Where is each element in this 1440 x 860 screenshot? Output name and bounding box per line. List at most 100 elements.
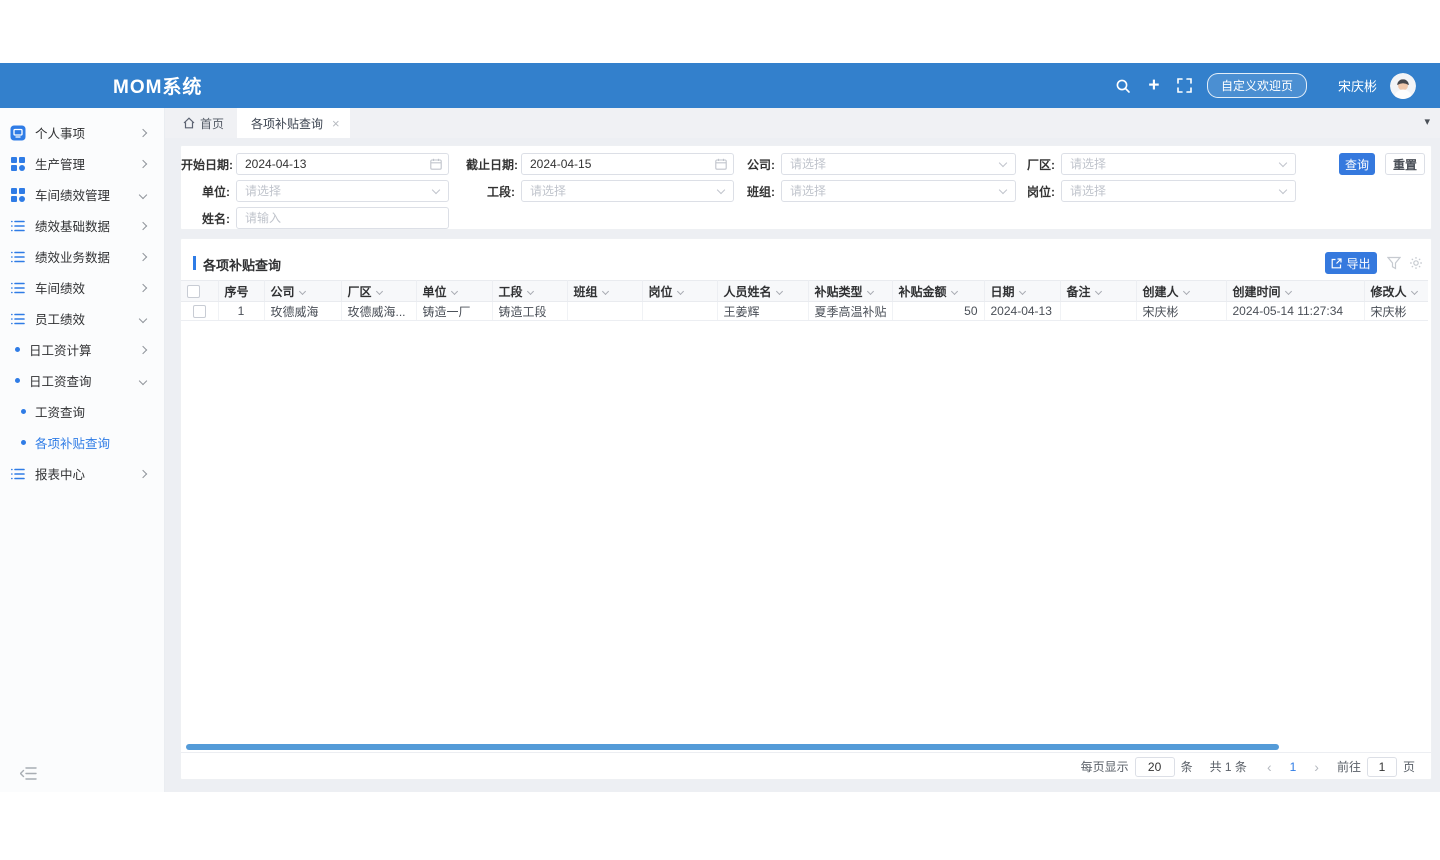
person-name-input[interactable] — [236, 207, 449, 229]
end-date-label: 截止日期: — [466, 156, 521, 173]
unit-select[interactable] — [236, 180, 449, 202]
sidebar-item-performance-base-data[interactable]: 绩效基础数据 — [0, 210, 164, 241]
sidebar-item-label: 各项补贴查询 — [35, 433, 110, 452]
sidebar: 个人事项 生产管理 车间绩效管理 绩效基 — [0, 108, 165, 792]
table-row[interactable]: 1 玫德威海 玫德威海... 铸造一厂 铸造工段 王姜辉 夏季高温补贴 50 2… — [181, 302, 1428, 321]
sidebar-item-employee-performance[interactable]: 员工绩效 — [0, 303, 164, 334]
pagination: 每页显示 条 共 1 条 ‹ 1 › 前往 页 — [181, 752, 1431, 780]
cell-index: 1 — [218, 302, 264, 321]
fullscreen-icon[interactable] — [1176, 77, 1194, 95]
header-actions: + 自定义欢迎页 宋庆彬 — [1114, 73, 1416, 99]
filter-funnel-icon[interactable] — [1387, 256, 1401, 270]
list-icon — [10, 280, 26, 296]
app-title: MOM系统 — [113, 72, 202, 99]
sidebar-item-personal-matters[interactable]: 个人事项 — [0, 117, 164, 148]
cell-creator: 宋庆彬 — [1136, 302, 1226, 321]
chevron-down-icon — [1284, 287, 1291, 294]
page: MOM系统 + 自定义欢迎页 宋庆彬 个人事项 — [0, 0, 1440, 860]
sidebar-item-performance-business-data[interactable]: 绩效业务数据 — [0, 241, 164, 272]
select-all-cell — [181, 281, 218, 302]
tab-home[interactable]: 首页 — [183, 108, 224, 138]
col-subsidy-type[interactable]: 补贴类型 — [808, 281, 892, 302]
person-name-label: 姓名: — [181, 210, 236, 227]
grid-icon — [10, 156, 26, 172]
avatar[interactable] — [1390, 73, 1416, 99]
sidebar-item-workshop-performance[interactable]: 车间绩效 — [0, 272, 164, 303]
prev-page-icon[interactable]: ‹ — [1264, 759, 1275, 775]
list-icon — [10, 311, 26, 327]
row-checkbox[interactable] — [193, 305, 206, 318]
col-post[interactable]: 岗位 — [642, 281, 717, 302]
cell-date: 2024-04-13 — [984, 302, 1060, 321]
gear-icon[interactable] — [1409, 256, 1423, 270]
col-remark[interactable]: 备注 — [1060, 281, 1136, 302]
sidebar-item-daily-wage-query[interactable]: 日工资查询 — [0, 365, 164, 396]
subsidy-table: 序号 公司 厂区 单位 工段 班组 岗位 人员姓名 补贴类型 补贴金额 日期 备… — [181, 280, 1428, 321]
sidebar-item-report-center[interactable]: 报表中心 — [0, 458, 164, 489]
bullet-dot-icon — [21, 409, 26, 414]
app-header: MOM系统 + 自定义欢迎页 宋庆彬 — [0, 63, 1440, 108]
goto-page-input[interactable] — [1367, 757, 1397, 777]
col-factory[interactable]: 厂区 — [341, 281, 416, 302]
table-header-row: 序号 公司 厂区 单位 工段 班组 岗位 人员姓名 补贴类型 补贴金额 日期 备… — [181, 281, 1428, 302]
col-index[interactable]: 序号 — [218, 281, 264, 302]
cell-subsidy-amount: 50 — [892, 302, 984, 321]
chevron-right-icon — [139, 469, 147, 477]
chevron-down-icon — [139, 190, 147, 198]
sidebar-item-subsidy-query[interactable]: 各项补贴查询 — [0, 427, 164, 458]
select-all-checkbox[interactable] — [187, 285, 200, 298]
start-date-input[interactable] — [236, 153, 449, 175]
col-person-name[interactable]: 人员姓名 — [717, 281, 808, 302]
sidebar-item-label: 车间绩效 — [35, 278, 85, 297]
col-unit[interactable]: 单位 — [416, 281, 492, 302]
factory-select[interactable] — [1061, 153, 1296, 175]
col-create-time[interactable]: 创建时间 — [1226, 281, 1364, 302]
search-button[interactable]: 查询 — [1339, 153, 1375, 175]
content-area: 开始日期: 截止日期: 公司: — [165, 138, 1440, 792]
col-date[interactable]: 日期 — [984, 281, 1060, 302]
sidebar-item-label: 日工资查询 — [29, 371, 92, 390]
horizontal-scrollbar[interactable] — [186, 744, 1279, 750]
section-select[interactable] — [521, 180, 734, 202]
col-team[interactable]: 班组 — [567, 281, 642, 302]
home-icon — [183, 117, 195, 129]
per-page-input[interactable] — [1135, 757, 1175, 777]
export-button[interactable]: 导出 — [1325, 252, 1377, 274]
company-select[interactable] — [781, 153, 1016, 175]
plus-icon[interactable]: + — [1145, 77, 1163, 95]
tab-home-label: 首页 — [200, 115, 224, 132]
current-page[interactable]: 1 — [1284, 760, 1303, 774]
col-subsidy-amount[interactable]: 补贴金额 — [892, 281, 984, 302]
welcome-page-button[interactable]: 自定义欢迎页 — [1207, 73, 1307, 98]
bullet-dot-icon — [15, 378, 20, 383]
team-label: 班组: — [726, 183, 781, 200]
username: 宋庆彬 — [1338, 76, 1377, 95]
cell-post — [642, 302, 717, 321]
search-icon[interactable] — [1114, 77, 1132, 95]
sidebar-item-label: 个人事项 — [35, 123, 85, 142]
next-page-icon[interactable]: › — [1311, 759, 1322, 775]
per-page-label: 每页显示 — [1081, 758, 1129, 775]
tab-subsidy-query[interactable]: 各项补贴查询 × — [237, 108, 350, 138]
close-icon[interactable]: × — [332, 116, 340, 131]
sidebar-item-wage-query[interactable]: 工资查询 — [0, 396, 164, 427]
sidebar-item-daily-wage-calc[interactable]: 日工资计算 — [0, 334, 164, 365]
post-select[interactable] — [1061, 180, 1296, 202]
cell-section: 铸造工段 — [492, 302, 567, 321]
col-modifier[interactable]: 修改人 — [1364, 281, 1428, 302]
col-creator[interactable]: 创建人 — [1136, 281, 1226, 302]
chevron-right-icon — [139, 159, 147, 167]
reset-button[interactable]: 重置 — [1385, 153, 1425, 175]
col-company[interactable]: 公司 — [264, 281, 341, 302]
export-button-label: 导出 — [1346, 255, 1370, 272]
end-date-input[interactable] — [521, 153, 734, 175]
chevron-down-icon — [450, 287, 457, 294]
per-page-unit: 条 — [1181, 758, 1193, 775]
team-select[interactable] — [781, 180, 1016, 202]
sidebar-item-production-management[interactable]: 生产管理 — [0, 148, 164, 179]
col-section[interactable]: 工段 — [492, 281, 567, 302]
sidebar-collapse-icon[interactable] — [20, 766, 38, 782]
tab-overflow-chevron-icon[interactable]: ▾ — [1424, 115, 1430, 128]
chevron-down-icon — [1410, 287, 1417, 294]
sidebar-item-workshop-performance-management[interactable]: 车间绩效管理 — [0, 179, 164, 210]
